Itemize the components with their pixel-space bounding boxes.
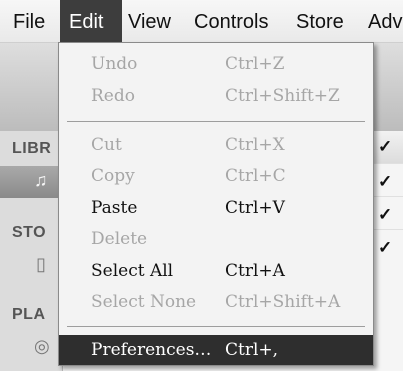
- sidebar-library-heading: LIBR: [12, 140, 52, 157]
- menu-item-undo[interactable]: Undo Ctrl+Z: [59, 49, 373, 79]
- checkmark-icon[interactable]: ✓: [378, 238, 392, 258]
- menu-store[interactable]: Store: [291, 0, 349, 42]
- menu-item-paste[interactable]: Paste Ctrl+V: [59, 193, 373, 223]
- menu-edit[interactable]: Edit: [60, 0, 122, 42]
- menu-item-shortcut: Ctrl+Shift+A: [225, 292, 341, 312]
- menu-view[interactable]: View: [123, 0, 176, 42]
- checkmark-icon[interactable]: ✓: [378, 137, 392, 157]
- menu-item-select-none[interactable]: Select None Ctrl+Shift+A: [59, 287, 373, 317]
- menu-separator: [67, 121, 365, 122]
- menu-item-label: Select None: [91, 292, 197, 312]
- sidebar-playlists-heading: PLA: [12, 306, 46, 323]
- menu-item-shortcut: Ctrl+X: [225, 135, 285, 155]
- menu-item-shortcut: Ctrl+V: [225, 198, 285, 218]
- menu-item-shortcut: Ctrl+Shift+Z: [225, 86, 340, 106]
- menu-item-cut[interactable]: Cut Ctrl+X: [59, 130, 373, 160]
- menu-separator: [67, 326, 365, 327]
- store-bag-icon: ▯: [36, 254, 46, 274]
- menu-item-label: Delete: [91, 229, 148, 249]
- sidebar-store-heading: STO: [12, 224, 47, 241]
- menu-item-label: Preferences…: [91, 340, 212, 360]
- menu-item-delete[interactable]: Delete: [59, 224, 373, 254]
- checkmark-icon[interactable]: ✓: [378, 172, 392, 192]
- menu-item-label: Copy: [91, 166, 135, 186]
- menu-item-label: Undo: [91, 54, 138, 74]
- menu-item-preferences[interactable]: Preferences… Ctrl+,: [59, 335, 373, 365]
- menu-file[interactable]: File: [8, 0, 50, 42]
- menu-item-label: Paste: [91, 198, 138, 218]
- menu-item-shortcut: Ctrl+C: [225, 166, 286, 186]
- edit-menu-dropdown: Undo Ctrl+Z Redo Ctrl+Shift+Z Cut Ctrl+X…: [58, 42, 374, 366]
- menu-item-label: Select All: [91, 261, 174, 281]
- menu-item-label: Redo: [91, 86, 135, 106]
- music-note-icon: ♫: [34, 170, 48, 190]
- menu-item-shortcut: Ctrl+,: [225, 340, 279, 360]
- sidebar-item-music[interactable]: [0, 166, 62, 198]
- menu-item-label: Cut: [91, 135, 122, 155]
- checkmark-icon[interactable]: ✓: [378, 205, 392, 225]
- menu-controls[interactable]: Controls: [189, 0, 273, 42]
- menu-item-shortcut: Ctrl+A: [225, 261, 285, 281]
- menu-bar: File Edit View Controls Store Adv: [0, 0, 403, 43]
- menu-advanced[interactable]: Adv: [363, 0, 403, 42]
- menu-item-select-all[interactable]: Select All Ctrl+A: [59, 256, 373, 286]
- menu-item-copy[interactable]: Copy Ctrl+C: [59, 161, 373, 191]
- menu-item-redo[interactable]: Redo Ctrl+Shift+Z: [59, 81, 373, 111]
- menu-item-shortcut: Ctrl+Z: [225, 54, 285, 74]
- disc-icon: ◎: [34, 336, 50, 356]
